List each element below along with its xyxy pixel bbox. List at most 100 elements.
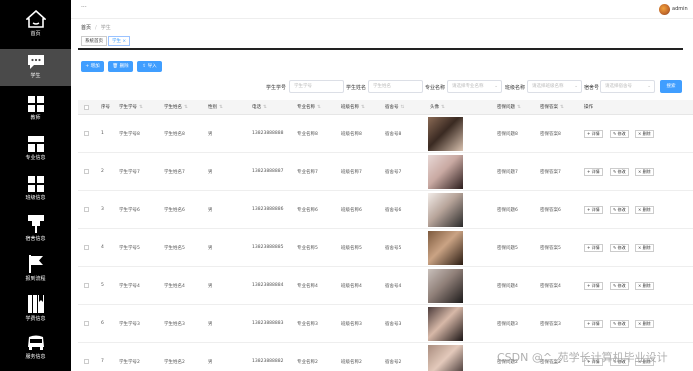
sidebar-item-label: 学生 — [30, 73, 41, 79]
edit-button[interactable]: ✎ 修改 — [610, 282, 629, 290]
cell-major: 专业名称3 — [297, 322, 318, 327]
cell-major: 专业名称4 — [297, 284, 318, 289]
top-bar: ··· admin — [71, 0, 693, 19]
sidebar-item-label: 学费信息 — [25, 316, 46, 322]
delete-row-button[interactable]: × 删除 — [635, 130, 654, 138]
delete-row-button[interactable]: × 删除 — [635, 244, 654, 252]
delete-row-button[interactable]: × 删除 — [635, 320, 654, 328]
username[interactable]: admin — [672, 6, 688, 12]
edit-button[interactable]: ✎ 修改 — [610, 320, 629, 328]
cell-sex: 男 — [208, 246, 213, 251]
select-all-checkbox[interactable] — [84, 105, 89, 110]
row-checkbox[interactable] — [84, 359, 89, 364]
sidebar-item-report[interactable]: 报到流程 — [0, 255, 71, 285]
table-row[interactable]: 1 学生学号8 学生姓名8 男 13823888888 专业名称8 班级名称8 宿舍号8 密保问… — [78, 115, 693, 153]
cell-no: 学生学号4 — [119, 284, 140, 289]
sidebar-item-dorm[interactable]: 宿舍信息 — [0, 215, 71, 245]
search-label-major: 专业名称 — [425, 85, 446, 91]
avatar[interactable] — [659, 4, 670, 15]
column-header[interactable]: 密保答案 ⇅ — [540, 104, 564, 110]
detail-button[interactable]: + 详情 — [584, 130, 603, 138]
cell-q: 密保问题7 — [497, 170, 518, 175]
column-header[interactable]: 密保问题 ⇅ — [497, 104, 521, 110]
cell-phone: 13823888882 — [252, 359, 284, 364]
search-select-class[interactable]: 请选择班级名称 ⌄ — [527, 80, 582, 93]
grid-icon — [27, 176, 44, 192]
table-row[interactable]: 6 学生学号3 学生姓名3 男 13823888883 专业名称3 班级名称3 宿舍号3 密保问… — [78, 305, 693, 343]
row-checkbox[interactable] — [84, 131, 89, 136]
cell-dorm: 宿舍号4 — [385, 284, 402, 289]
sort-icon: ⇅ — [400, 105, 405, 110]
detail-button[interactable]: + 详情 — [584, 168, 603, 176]
breadcrumb-home[interactable]: 首页 — [81, 25, 91, 31]
sidebar-item-service[interactable]: 服务信息 — [0, 335, 71, 365]
cell-name: 学生姓名5 — [164, 246, 185, 251]
detail-button[interactable]: + 详情 — [584, 320, 603, 328]
tab-home[interactable]: 系统首页 — [81, 36, 107, 46]
detail-button[interactable]: + 详情 — [584, 206, 603, 214]
row-checkbox[interactable] — [84, 321, 89, 326]
watermark: CSDN @^_苑学长计算机毕业设计 — [497, 351, 668, 364]
row-checkbox[interactable] — [84, 283, 89, 288]
sidebar-item-tuition[interactable]: 学费信息 — [0, 295, 71, 325]
sort-icon: ⇅ — [560, 105, 564, 110]
column-header[interactable]: 班级名称 ⇅ — [341, 104, 365, 110]
cell-idx: 5 — [101, 283, 104, 288]
cell-no: 学生学号8 — [119, 132, 140, 137]
cell-phone: 13823888887 — [252, 169, 284, 174]
column-header[interactable]: 头像 ⇅ — [430, 104, 445, 110]
delete-row-button[interactable]: × 删除 — [635, 168, 654, 176]
table-row[interactable]: 4 学生学号5 学生姓名5 男 13823888885 专业名称5 班级名称5 宿舍号5 密保问… — [78, 229, 693, 267]
delete-button[interactable]: 🗑 删除 — [108, 61, 133, 72]
sidebar-item-student[interactable]: 学生 — [0, 49, 71, 86]
search-select-dorm[interactable]: 请选择宿舍号 ⌄ — [600, 80, 655, 93]
row-checkbox[interactable] — [84, 245, 89, 250]
cell-a: 密保答案8 — [540, 132, 561, 137]
search-label-dorm: 宿舍号 — [584, 85, 600, 91]
row-checkbox[interactable] — [84, 169, 89, 174]
menu-toggle[interactable]: ··· — [81, 4, 87, 11]
search-input-name[interactable]: 学生姓名 — [368, 80, 423, 93]
edit-button[interactable]: ✎ 修改 — [610, 206, 629, 214]
edit-button[interactable]: ✎ 修改 — [610, 244, 629, 252]
chevron-down-icon: ⌄ — [647, 84, 651, 89]
flag-icon — [28, 255, 43, 273]
tab-tags: 系统首页 学生 × — [78, 34, 683, 50]
delete-row-button[interactable]: × 删除 — [635, 282, 654, 290]
column-header[interactable]: 宿舍号 ⇅ — [385, 104, 404, 110]
table-row[interactable]: 5 学生学号4 学生姓名4 男 13823888884 专业名称4 班级名称4 宿舍号4 密保问… — [78, 267, 693, 305]
sort-icon: ⇅ — [517, 105, 521, 110]
column-header[interactable]: 电话 ⇅ — [252, 104, 267, 110]
cell-cls: 班级名称3 — [341, 322, 362, 327]
column-header[interactable]: 学生姓名 ⇅ — [164, 104, 188, 110]
tab-student[interactable]: 学生 × — [108, 36, 131, 46]
row-checkbox[interactable] — [84, 207, 89, 212]
sort-icon: ⇅ — [263, 105, 267, 110]
edit-button[interactable]: ✎ 修改 — [610, 168, 629, 176]
student-photo — [428, 269, 463, 303]
table-row[interactable]: 2 学生学号7 学生姓名7 男 13823888887 专业名称7 班级名称7 宿舍号7 密保问… — [78, 153, 693, 191]
sidebar-item-teacher[interactable]: 教师 — [0, 96, 71, 126]
import-button[interactable]: ⇪ 导入 — [137, 61, 162, 72]
search-input-no[interactable]: 学生学号 — [289, 80, 344, 93]
sidebar-item-home[interactable]: 首页 — [0, 10, 71, 44]
cell-cls: 班级名称4 — [341, 284, 362, 289]
cell-phone: 13823888885 — [252, 245, 284, 250]
table-row[interactable]: 3 学生学号6 学生姓名6 男 13823888886 专业名称6 班级名称6 宿舍号6 密保问… — [78, 191, 693, 229]
delete-row-button[interactable]: × 删除 — [635, 206, 654, 214]
edit-button[interactable]: ✎ 修改 — [610, 130, 629, 138]
cell-no: 学生学号5 — [119, 246, 140, 251]
sidebar-item-class[interactable]: 班级信息 — [0, 176, 71, 206]
detail-button[interactable]: + 详情 — [584, 244, 603, 252]
cell-major: 专业名称6 — [297, 208, 318, 213]
search-select-major[interactable]: 请选择专业名称 ⌄ — [447, 80, 502, 93]
cell-sex: 男 — [208, 208, 213, 213]
add-button[interactable]: + 增加 — [81, 61, 104, 72]
sidebar-item-major[interactable]: 专业信息 — [0, 136, 71, 166]
search-button[interactable]: 搜索 — [660, 80, 682, 93]
column-header[interactable]: 专业名称 ⇅ — [297, 104, 321, 110]
detail-button[interactable]: + 详情 — [584, 282, 603, 290]
book-icon — [27, 295, 44, 313]
column-header[interactable]: 性别 ⇅ — [208, 104, 223, 110]
column-header[interactable]: 学生学号 ⇅ — [119, 104, 143, 110]
